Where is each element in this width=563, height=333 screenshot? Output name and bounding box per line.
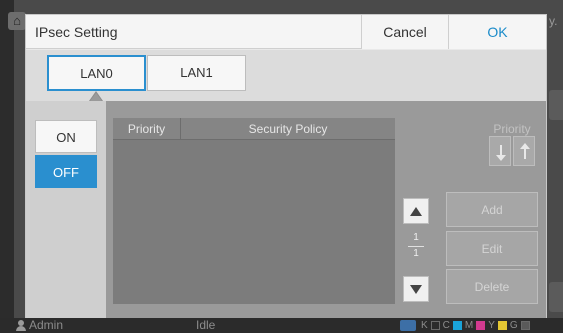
priority-up-button[interactable] — [513, 136, 535, 166]
lan-tabs: LAN0 LAN1 — [26, 50, 546, 101]
table-body — [113, 140, 395, 304]
ink-status-icon — [400, 320, 416, 331]
priority-label: Priority — [493, 122, 531, 136]
ink-level-g — [520, 321, 530, 330]
background-left-strip — [0, 0, 14, 333]
selected-tab-pointer — [89, 91, 103, 101]
page-down-button[interactable] — [403, 276, 429, 302]
ink-level-c — [452, 321, 462, 330]
ink-levels: K C M Y G — [400, 320, 530, 331]
cancel-button[interactable]: Cancel — [361, 15, 448, 49]
dialog-title: IPsec Setting — [35, 24, 118, 40]
home-icon: ⌂ — [8, 12, 26, 30]
user-icon — [16, 320, 26, 331]
user-name: Admin — [29, 318, 64, 332]
total-pages: 1 — [413, 248, 419, 259]
column-header-security-policy: Security Policy — [248, 122, 328, 136]
ok-button[interactable]: OK — [448, 15, 546, 49]
arrow-up-icon — [520, 143, 530, 159]
triangle-up-icon — [410, 207, 422, 216]
on-button[interactable]: ON — [35, 120, 97, 153]
ipsec-toggle-panel: ON OFF — [26, 101, 106, 321]
dialog-header: IPsec Setting Cancel OK — [26, 15, 546, 49]
tab-lan1[interactable]: LAN1 — [147, 55, 246, 91]
machine-status: Idle — [196, 318, 216, 332]
ipsec-setting-dialog: IPsec Setting Cancel OK LAN0 LAN1 ON OFF… — [25, 14, 547, 321]
tab-lan0[interactable]: LAN0 — [47, 55, 146, 91]
ink-label-k: K — [421, 320, 428, 331]
priority-down-button[interactable] — [489, 136, 511, 166]
ink-label-c: C — [442, 320, 450, 331]
current-page: 1 — [413, 232, 419, 243]
page-divider — [408, 246, 424, 247]
arrow-down-icon — [496, 145, 506, 161]
policy-area: Priority Security Policy 1 1 Priority Ad… — [106, 101, 546, 321]
ink-label-g: G — [509, 320, 518, 331]
ink-level-m — [476, 321, 486, 330]
page-up-button[interactable] — [403, 198, 429, 224]
off-button[interactable]: OFF — [35, 155, 97, 188]
ink-level-y — [497, 321, 507, 330]
column-header-priority: Priority — [113, 118, 181, 140]
triangle-down-icon — [410, 285, 422, 294]
security-policy-table: Priority Security Policy — [113, 118, 395, 304]
ink-label-m: M — [464, 320, 474, 331]
add-button[interactable]: Add — [446, 192, 538, 227]
ink-label-y: Y — [488, 320, 495, 331]
status-user: Admin — [16, 318, 63, 333]
edit-button[interactable]: Edit — [446, 231, 538, 266]
delete-button[interactable]: Delete — [446, 269, 538, 304]
ink-level-k — [430, 321, 440, 330]
status-bar: Admin Idle K C M Y G — [0, 318, 563, 333]
table-header: Priority Security Policy — [113, 118, 395, 140]
background-text-fragment: y. — [549, 14, 558, 28]
background-side-button — [549, 90, 563, 120]
background-side-button — [549, 282, 563, 312]
